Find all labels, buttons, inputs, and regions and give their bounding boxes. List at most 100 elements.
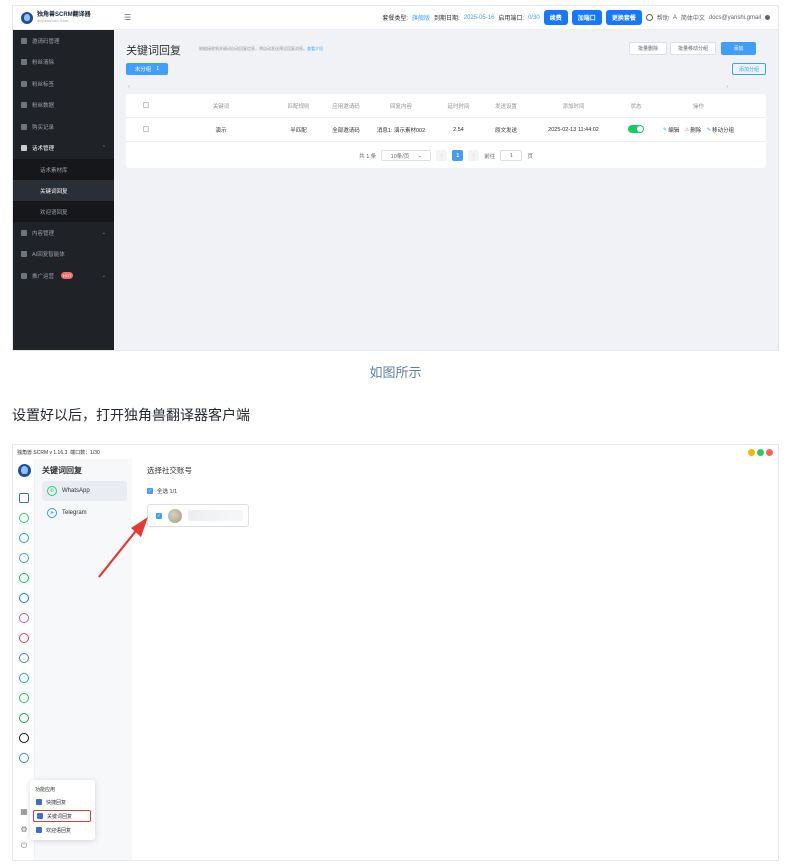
main-content: 关键词回复 根据接收到关键词自动回复信息，将自动发送预设回复消息。查看介绍 批量…: [114, 30, 778, 350]
account-type-whatsapp[interactable]: ✆ WhatsApp: [42, 481, 127, 501]
twitter-icon[interactable]: [19, 673, 29, 683]
help-link[interactable]: 帮助: [657, 13, 669, 22]
prev-page-button[interactable]: ‹: [436, 150, 448, 161]
page-size-select[interactable]: 10条/页 ⌄: [381, 150, 432, 161]
sidebar-item-purchases[interactable]: 购买记录: [13, 116, 114, 138]
delete-icon: ⚠: [684, 126, 690, 133]
data-icon: [21, 102, 27, 109]
top-bar: 独角兽SCRM翻译器 dujiaoshou.com ☰ 套餐类型: 旗舰版 到期…: [13, 6, 778, 30]
zalo-icon[interactable]: [19, 653, 29, 663]
sidebar-item-content[interactable]: 内容管理 ⌄: [13, 222, 114, 244]
logo: 独角兽SCRM翻译器 dujiaoshou.com: [13, 11, 114, 24]
table-header: 关键词 匹配规则 应用邀请码 回复内容 延时时间 发送设置 添加时间 状态 操作: [126, 94, 766, 118]
telegram-icon[interactable]: [19, 533, 29, 543]
instagram-icon[interactable]: [19, 633, 29, 643]
sidebar-item-fan-tags[interactable]: 粉丝标签: [13, 73, 114, 95]
logo-title: 独角兽SCRM翻译器: [37, 12, 91, 18]
delete-action[interactable]: ⚠ 删除: [685, 126, 702, 134]
account-card[interactable]: ✓: [147, 504, 249, 527]
keyword-table: 关键词 匹配规则 应用邀请码 回复内容 延时时间 发送设置 添加时间 状态 操作…: [126, 94, 766, 168]
change-plan-button[interactable]: 更换套餐: [605, 10, 642, 25]
sidebar-item-scripts[interactable]: 话术管理 ⌃: [13, 138, 114, 160]
package-label: 套餐类型:: [382, 16, 409, 22]
page-unit: 页: [527, 153, 533, 160]
language-selector[interactable]: 简体中文: [681, 13, 705, 22]
chat-icon[interactable]: [19, 693, 29, 703]
tiktok-icon[interactable]: [19, 733, 29, 743]
select-all[interactable]: ✓ 全选 1/1: [147, 487, 177, 495]
select-all-checkbox[interactable]: [143, 101, 149, 108]
renew-button[interactable]: 续费: [543, 10, 568, 25]
logo-subtitle: dujiaoshou.com: [37, 19, 69, 23]
chevron-down-icon: ⌄: [417, 152, 422, 159]
home-icon[interactable]: [19, 493, 29, 503]
batch-delete-button[interactable]: 批量删除: [629, 42, 667, 55]
menu-item-quick-reply[interactable]: 快捷回复: [33, 796, 91, 808]
sidebar-sub-item-keyword-reply[interactable]: 关键词回复: [13, 180, 114, 201]
telegram-icon: ➤: [47, 508, 57, 518]
close-icon[interactable]: [766, 449, 773, 456]
move-group-action[interactable]: ✎ 移动分组: [707, 126, 734, 134]
whatsapp-icon[interactable]: [19, 513, 29, 523]
quick-reply-icon: [36, 799, 42, 805]
telegram-alt-icon[interactable]: [19, 553, 29, 563]
add-port-button[interactable]: 加端口: [571, 10, 602, 25]
sidebar-sub-item-welcome-reply[interactable]: 欢迎语回复: [13, 201, 114, 222]
user-menu-caret-icon[interactable]: [765, 15, 770, 20]
chevron-down-icon: ⌄: [101, 272, 106, 279]
add-icon[interactable]: [19, 753, 29, 763]
window-controls: [748, 449, 773, 456]
scroll-right-icon[interactable]: ›: [726, 84, 728, 90]
client-screenshot: 独角兽 SCRM v 1.16.3 端口数：1/30 ▦ ⚙ ⏻ 关键词回复 ✆…: [12, 444, 779, 861]
sidebar-item-fan-clear[interactable]: 粉丝清除: [13, 52, 114, 74]
account-name-blurred: [188, 510, 243, 521]
batch-move-group-button[interactable]: 批量移动分组: [670, 42, 716, 55]
add-button[interactable]: 添加: [721, 42, 756, 55]
next-page-button[interactable]: ›: [468, 150, 480, 161]
sidebar-item-ai-agent[interactable]: AI回复智能体: [13, 244, 114, 266]
gear-icon: [21, 272, 27, 279]
menu-collapse-icon[interactable]: ☰: [124, 13, 131, 22]
language-icon[interactable]: A: [673, 15, 677, 21]
sidebar-sub-item-material[interactable]: 话术素材库: [13, 159, 114, 180]
help-icon[interactable]: [645, 14, 653, 21]
group-count: 1: [156, 66, 160, 72]
app-title: 独角兽 SCRM v 1.16.3 端口数：1/30: [17, 450, 100, 456]
apps-grid-icon[interactable]: ▦: [19, 806, 29, 816]
edit-action[interactable]: ✎ 编辑: [663, 126, 679, 134]
feature-popup-menu: 功能应用 快捷回复 关键词回复 欢迎语回复: [30, 780, 95, 840]
maximize-icon[interactable]: [757, 449, 764, 456]
current-page[interactable]: 1: [452, 150, 464, 161]
cart-icon: [21, 123, 27, 130]
logout-icon[interactable]: ⏻: [19, 841, 29, 851]
user-email[interactable]: docs@yanshi.gmail: [709, 15, 761, 21]
hot-badge: HOT: [61, 272, 74, 280]
keyword-reply-icon: [37, 813, 43, 819]
row-checkbox[interactable]: [143, 125, 149, 132]
popup-title: 功能应用: [35, 787, 56, 793]
minimize-icon[interactable]: [748, 449, 755, 456]
sidebar-item-fan-data[interactable]: 粉丝数据: [13, 95, 114, 117]
menu-item-welcome-reply[interactable]: 欢迎语回复: [33, 824, 91, 836]
wechat-icon[interactable]: [19, 713, 29, 723]
menu-item-keyword-reply[interactable]: 关键词回复: [33, 810, 91, 822]
group-tab-ungrouped[interactable]: 未分组 1: [126, 63, 168, 75]
pagination-total: 共 1 条: [359, 153, 377, 160]
intro-link[interactable]: 查看介绍: [307, 46, 323, 51]
sidebar-item-promotion[interactable]: 推广运营 HOT ⌄: [13, 265, 114, 287]
facebook-icon[interactable]: [19, 593, 29, 603]
gear-icon[interactable]: ⚙: [19, 824, 29, 834]
account-checkbox[interactable]: ✓: [156, 512, 162, 519]
whatsapp-icon: ✆: [47, 486, 57, 496]
admin-screenshot: 独角兽SCRM翻译器 dujiaoshou.com ☰ 套餐类型: 旗舰版 到期…: [12, 5, 779, 351]
line-icon[interactable]: [19, 573, 29, 583]
scroll-left-icon[interactable]: ‹: [128, 84, 130, 90]
add-group-button[interactable]: 添加分组: [732, 63, 766, 75]
select-all-checkbox[interactable]: ✓: [147, 488, 153, 494]
ports-label: 启用端口:: [498, 16, 525, 22]
messenger-icon[interactable]: [19, 613, 29, 623]
goto-page-input[interactable]: 1: [500, 150, 523, 161]
status-toggle[interactable]: [628, 124, 644, 133]
sidebar-item-invite-codes[interactable]: 邀请码管理: [13, 30, 114, 52]
invite-icon: [21, 37, 27, 44]
